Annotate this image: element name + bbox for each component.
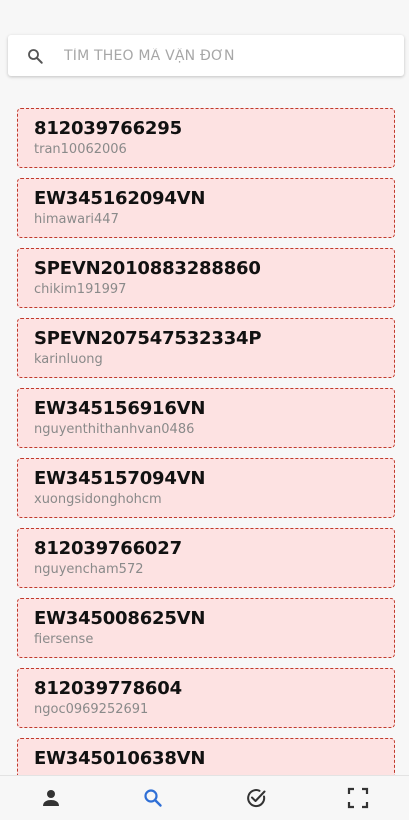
scan-icon [347,787,368,809]
search-icon [144,789,163,807]
shipment-list: 812039766295 tran10062006 EW345162094VN … [17,108,395,775]
bottom-navigation [0,775,409,820]
shipment-code: 812039766027 [34,538,182,559]
shipment-card[interactable]: SPEVN2010883288860 chikim191997 [17,248,395,308]
shipment-card[interactable]: 812039766027 nguyencham572 [17,528,395,588]
shipment-code: SPEVN2010883288860 [34,258,261,279]
shipment-username: himawari447 [34,212,119,227]
shipment-card[interactable]: EW345162094VN himawari447 [17,178,395,238]
person-icon [43,790,60,806]
shipment-username: ngoc0969252691 [34,702,149,717]
shipment-username: chikim191997 [34,282,127,297]
nav-search[interactable] [102,776,204,820]
shipment-code: SPEVN207547532334P [34,328,262,349]
shipment-code: EW345010638VN [34,748,206,769]
shipment-code: EW345008625VN [34,608,206,629]
nav-completed[interactable] [205,776,307,820]
shipment-card[interactable]: SPEVN207547532334P karinluong [17,318,395,378]
shipment-card[interactable]: EW345156916VN nguyenthithanhvan0486 [17,388,395,448]
shipment-code: EW345162094VN [34,188,206,209]
shipment-card[interactable]: EW345010638VN [17,738,395,775]
shipment-username: nguyenthithanhvan0486 [34,422,195,437]
shipment-username: xuongsidonghohcm [34,492,162,507]
nav-profile[interactable] [0,776,102,820]
shipment-username: fiersense [34,632,94,647]
shipment-code: 812039766295 [34,118,182,139]
check-circle-icon [246,789,266,808]
shipment-username: nguyencham572 [34,562,144,577]
shipment-username: tran10062006 [34,142,127,157]
shipment-card[interactable]: EW345008625VN fiersense [17,598,395,658]
shipment-code: 812039778604 [34,678,182,699]
search-bar[interactable] [8,35,404,76]
shipment-code: EW345156916VN [34,398,206,419]
shipment-code: EW345157094VN [34,468,206,489]
search-input[interactable] [62,46,404,65]
shipment-username: karinluong [34,352,103,367]
shipment-card[interactable]: 812039766295 tran10062006 [17,108,395,168]
shipment-card[interactable]: EW345157094VN xuongsidonghohcm [17,458,395,518]
search-icon [26,47,44,65]
nav-scan[interactable] [307,776,409,820]
shipment-card[interactable]: 812039778604 ngoc0969252691 [17,668,395,728]
